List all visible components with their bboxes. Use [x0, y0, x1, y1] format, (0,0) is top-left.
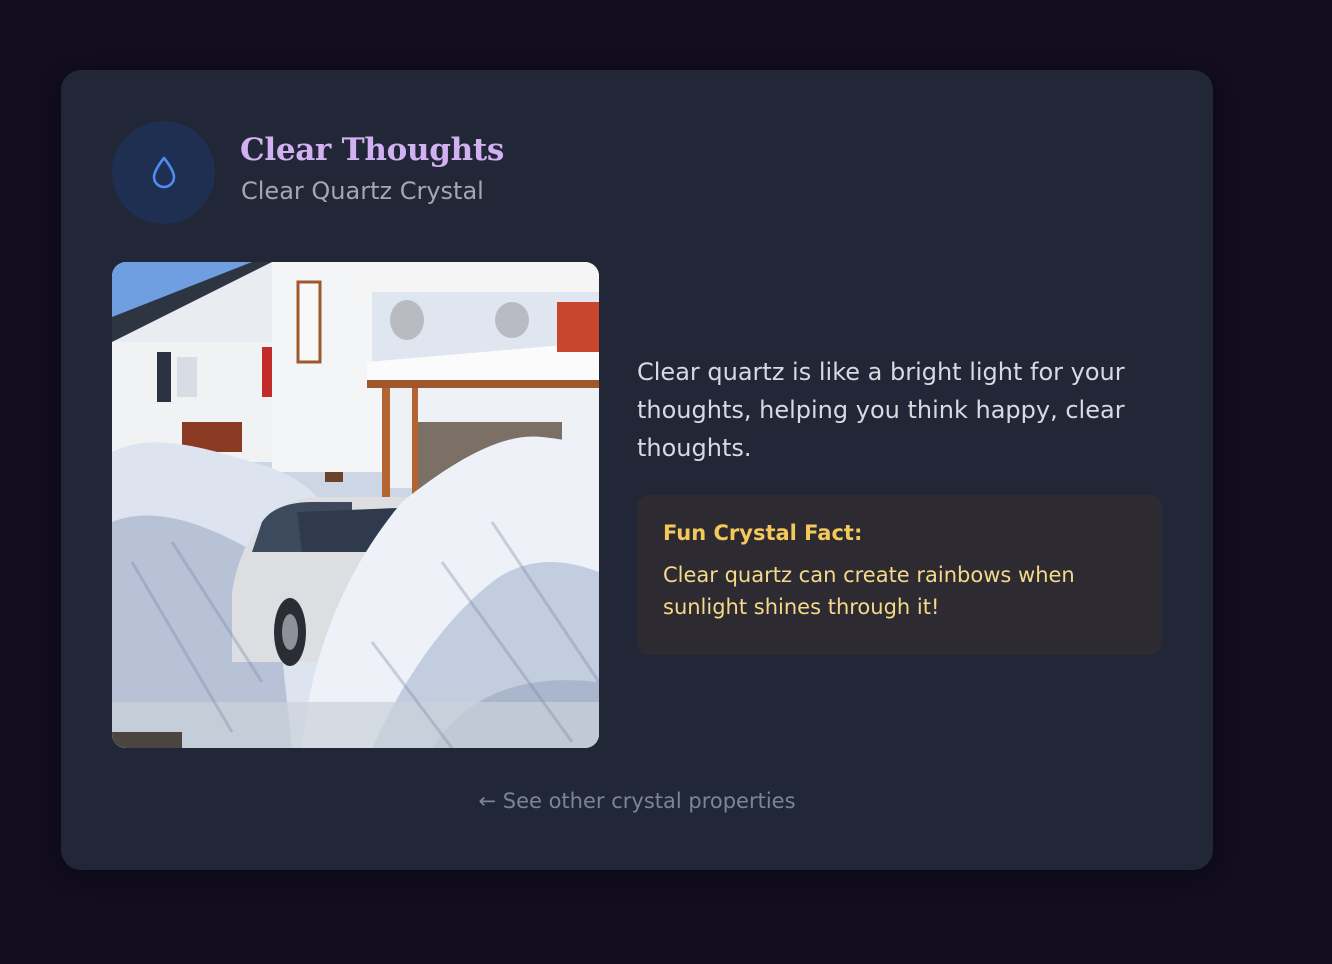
- crystal-icon-badge: [112, 121, 215, 224]
- crystal-title: Clear Thoughts: [240, 132, 504, 168]
- see-other-properties-link[interactable]: ← See other crystal properties: [61, 789, 1213, 813]
- crystal-subtitle: Clear Quartz Crystal: [241, 177, 484, 205]
- fun-fact-box: Fun Crystal Fact: Clear quartz can creat…: [637, 495, 1162, 655]
- fun-fact-title: Fun Crystal Fact:: [663, 521, 863, 545]
- fun-fact-text: Clear quartz can create rainbows when su…: [663, 563, 1075, 619]
- crystal-card: Clear Thoughts Clear Quartz Crystal Clea…: [61, 70, 1213, 870]
- crystal-description: Clear quartz is like a bright light for …: [637, 358, 1125, 462]
- crystal-photo: [112, 262, 599, 748]
- water-drop-icon: [152, 156, 175, 188]
